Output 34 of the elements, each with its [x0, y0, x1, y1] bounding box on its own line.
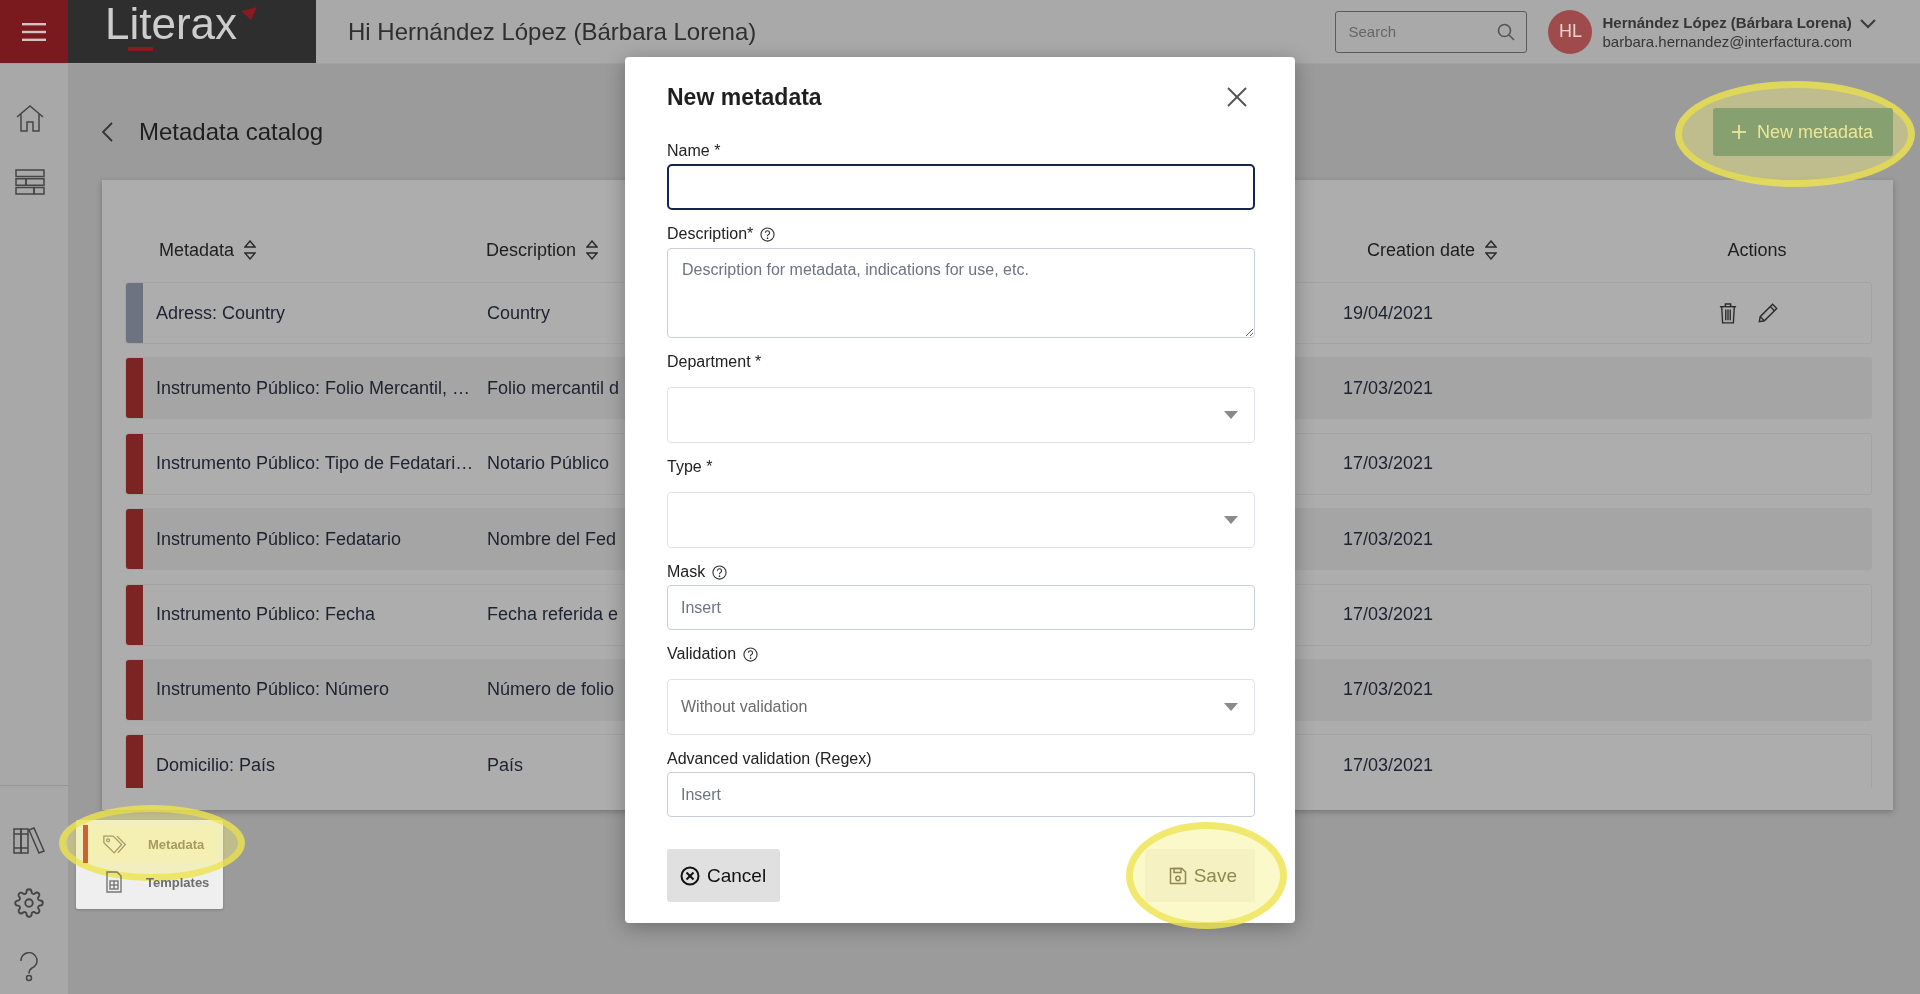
column-header: Actions	[1727, 239, 1787, 261]
table-cell: País	[487, 754, 524, 776]
table-cell: Nombre del Fed	[487, 528, 617, 550]
table-cell: 17/03/2021	[1343, 528, 1434, 550]
field-label: Mask	[667, 563, 706, 581]
table-cell: Adress: Country	[156, 302, 286, 324]
field-label: Department *	[667, 353, 762, 371]
table-cell: 17/03/2021	[1343, 754, 1434, 776]
table-cell: Instrumento Público: Número	[156, 679, 390, 701]
field-label: Validation	[667, 645, 737, 663]
field-label: Type *	[667, 458, 713, 476]
table-cell: 19/04/2021	[1343, 302, 1434, 324]
table-cell: Fecha referida e	[487, 604, 619, 626]
table-cell: Notario Público	[487, 453, 610, 475]
greeting-text: Hi Hernández López (Bárbara Lorena)	[348, 17, 757, 46]
table-cell: Instrumento Público: Folio Mercantil, …	[156, 377, 471, 399]
dialog-title: New metadata	[667, 83, 822, 111]
user-name: Hernández López (Bárbara Lorena)	[1602, 13, 1852, 31]
table-cell: Número de folio	[487, 679, 615, 701]
table-cell: 17/03/2021	[1343, 453, 1434, 475]
table-cell: Instrumento Público: Fecha	[156, 604, 376, 626]
table-cell: 17/03/2021	[1343, 679, 1434, 701]
table-cell: Folio mercantil d	[487, 377, 620, 399]
table-cell: Instrumento Público: Fedatario	[156, 528, 402, 550]
user-email: barbara.hernandez@interfactura.com	[1602, 32, 1852, 50]
table-cell: Domicilio: País	[156, 754, 276, 776]
table-cell: 17/03/2021	[1343, 377, 1434, 399]
table-cell: Country	[487, 302, 551, 324]
table-cell: 17/03/2021	[1343, 604, 1434, 626]
field-label: Name *	[667, 142, 721, 160]
field-label: Description*	[667, 225, 754, 243]
table-cell: Instrumento Público: Tipo de Fedatari…	[156, 453, 474, 475]
page-title: Metadata catalog	[139, 118, 324, 146]
field-label: Advanced validation (Regex)	[667, 750, 872, 768]
